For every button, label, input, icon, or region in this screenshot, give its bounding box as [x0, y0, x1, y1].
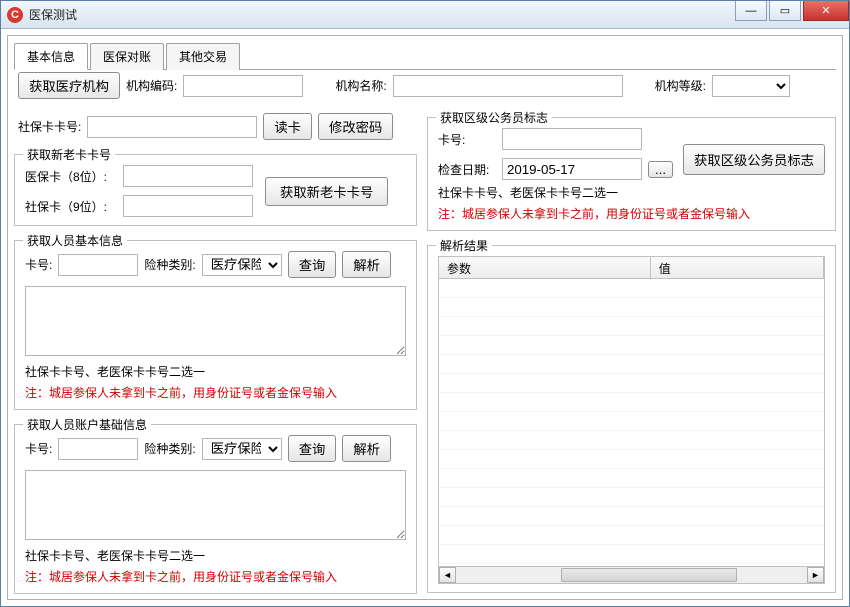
med-card-8-input[interactable] — [123, 165, 253, 187]
parse-result-legend: 解析结果 — [436, 237, 492, 254]
org-level-select[interactable] — [712, 75, 790, 97]
parse-table-body — [439, 279, 824, 566]
body-columns: 社保卡卡号: 读卡 修改密码 获取新老卡卡号 医保卡（8位）: — [14, 105, 836, 593]
basic-result-textarea[interactable] — [25, 286, 406, 356]
account-instype-label: 险种类别: — [144, 440, 195, 457]
basic-instype-label: 险种类别: — [144, 256, 195, 273]
org-code-label: 机构编码: — [126, 77, 177, 94]
org-code-input[interactable] — [183, 75, 303, 97]
org-name-label: 机构名称: — [335, 77, 386, 94]
org-toolbar: 获取医疗机构 机构编码: 机构名称: 机构等级: — [14, 70, 836, 105]
group-person-basic-legend: 获取人员基本信息 — [23, 232, 127, 249]
account-instype-select[interactable]: 医疗保险 — [202, 438, 282, 460]
content-area: 基本信息 医保对账 其他交易 获取医疗机构 机构编码: 机构名称: 机构等级: … — [7, 35, 843, 600]
med-card-8-label: 医保卡（8位）: — [25, 168, 117, 185]
group-civil-legend: 获取区级公务员标志 — [436, 109, 552, 126]
tab-reconciliation[interactable]: 医保对账 — [90, 43, 164, 70]
scroll-left-button[interactable]: ◄ — [439, 567, 456, 583]
account-query-button[interactable]: 查询 — [288, 435, 337, 462]
civil-date-label: 检查日期: — [438, 161, 496, 178]
window-buttons: — ▭ ✕ — [733, 1, 849, 28]
fetch-org-button[interactable]: 获取医疗机构 — [18, 72, 120, 99]
change-password-button[interactable]: 修改密码 — [318, 113, 393, 140]
basic-query-button[interactable]: 查询 — [288, 251, 337, 278]
account-card-label: 卡号: — [25, 440, 52, 457]
card-read-row: 社保卡卡号: 读卡 修改密码 — [18, 113, 417, 140]
window-title: 医保测试 — [29, 6, 733, 23]
civil-card-label: 卡号: — [438, 131, 496, 148]
account-note2: 注：城居参保人未拿到卡之前，用身份证号或者金保号输入 — [25, 568, 406, 585]
group-parse-result: 解析结果 参数 值 ◄ ► — [427, 245, 836, 593]
org-level-label: 机构等级: — [655, 77, 706, 94]
parse-table-header: 参数 值 — [439, 257, 824, 279]
close-button[interactable]: ✕ — [803, 1, 849, 21]
group-person-basic: 获取人员基本信息 卡号: 险种类别: 医疗保险 查询 解析 社保卡卡号、老医保卡… — [14, 240, 417, 410]
group-new-old-card: 获取新老卡卡号 医保卡（8位）: 社保卡（9位）: — [14, 154, 417, 226]
soc-card-9-input[interactable] — [123, 195, 253, 217]
tab-basic-info[interactable]: 基本信息 — [14, 43, 88, 70]
account-note1: 社保卡卡号、老医保卡卡号二选一 — [25, 547, 406, 564]
tab-other-transaction[interactable]: 其他交易 — [166, 43, 240, 70]
basic-card-label: 卡号: — [25, 256, 52, 273]
maximize-button[interactable]: ▭ — [769, 1, 801, 21]
col-header-value[interactable]: 值 — [651, 257, 824, 278]
basic-note1: 社保卡卡号、老医保卡卡号二选一 — [25, 363, 406, 380]
account-result-textarea[interactable] — [25, 470, 406, 540]
titlebar: C 医保测试 — ▭ ✕ — [1, 1, 849, 29]
window: C 医保测试 — ▭ ✕ 基本信息 医保对账 其他交易 获取医疗机构 机构编码:… — [0, 0, 850, 607]
account-parse-button[interactable]: 解析 — [342, 435, 391, 462]
group-new-old-legend: 获取新老卡卡号 — [23, 146, 115, 163]
date-picker-button[interactable]: ... — [648, 161, 673, 178]
civil-note1: 社保卡卡号、老医保卡卡号二选一 — [438, 184, 825, 201]
tab-bar: 基本信息 医保对账 其他交易 — [14, 42, 836, 70]
scroll-right-button[interactable]: ► — [807, 567, 824, 583]
parse-result-table: 参数 值 ◄ ► — [438, 256, 825, 584]
scroll-track[interactable] — [456, 567, 807, 583]
read-card-button[interactable]: 读卡 — [263, 113, 312, 140]
fetch-civil-button[interactable]: 获取区级公务员标志 — [683, 144, 825, 175]
group-civil-servant: 获取区级公务员标志 卡号: 检查日期: ... — [427, 117, 836, 231]
civil-card-input[interactable] — [502, 128, 642, 150]
group-person-account-legend: 获取人员账户基础信息 — [23, 416, 151, 433]
account-card-input[interactable] — [58, 438, 138, 460]
civil-note2: 注：城居参保人未拿到卡之前，用身份证号或者金保号输入 — [438, 205, 825, 222]
minimize-button[interactable]: — — [735, 1, 767, 21]
scroll-thumb[interactable] — [561, 568, 737, 582]
basic-parse-button[interactable]: 解析 — [342, 251, 391, 278]
soc-card-label: 社保卡卡号: — [18, 118, 81, 135]
col-header-param[interactable]: 参数 — [439, 257, 651, 278]
basic-card-input[interactable] — [58, 254, 138, 276]
app-icon: C — [7, 7, 23, 23]
fetch-new-old-button[interactable]: 获取新老卡卡号 — [265, 177, 388, 206]
soc-card-input[interactable] — [87, 116, 257, 138]
basic-instype-select[interactable]: 医疗保险 — [202, 254, 282, 276]
soc-card-9-label: 社保卡（9位）: — [25, 198, 117, 215]
basic-note2: 注：城居参保人未拿到卡之前，用身份证号或者金保号输入 — [25, 384, 406, 401]
org-name-input[interactable] — [393, 75, 623, 97]
right-column: 获取区级公务员标志 卡号: 检查日期: ... — [427, 113, 836, 593]
civil-date-input[interactable] — [502, 158, 642, 180]
group-person-account: 获取人员账户基础信息 卡号: 险种类别: 医疗保险 查询 解析 社保卡卡号、老医… — [14, 424, 417, 594]
h-scrollbar[interactable]: ◄ ► — [439, 566, 824, 583]
left-column: 社保卡卡号: 读卡 修改密码 获取新老卡卡号 医保卡（8位）: — [14, 113, 417, 593]
